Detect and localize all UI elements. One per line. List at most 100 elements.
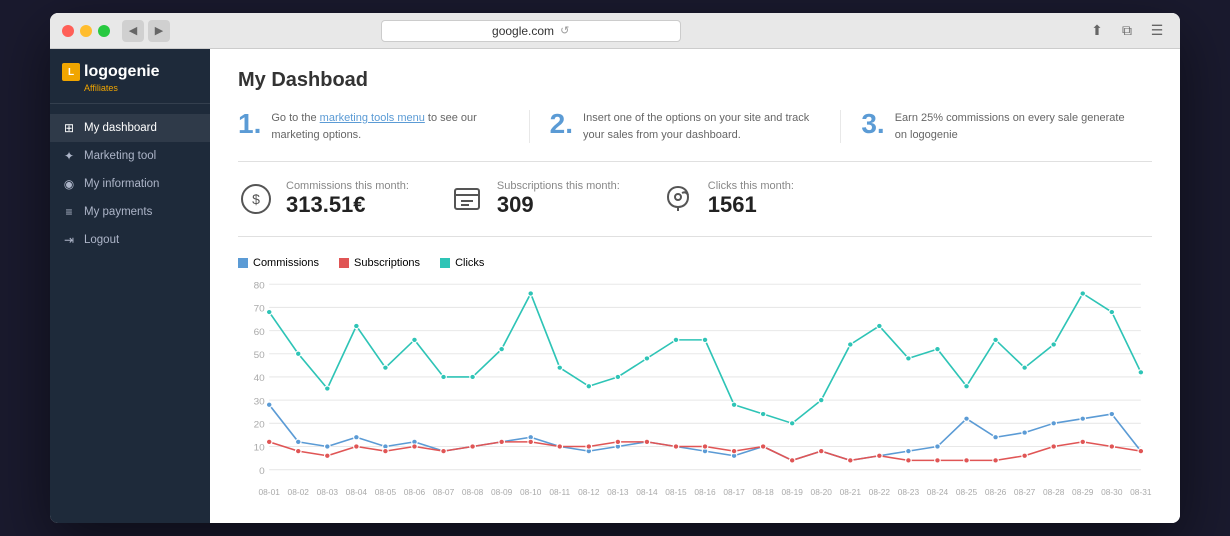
step-3-number: 3. [861,110,884,138]
url-text: google.com [492,24,554,38]
chart-section: Commissions Subscriptions Clicks 0 10 20 30… [238,257,1152,499]
maximize-button[interactable] [98,25,110,37]
nav-buttons: ◀ ▶ [122,20,170,42]
nav-menu: ⊞ My dashboard ✦ Marketing tool ◉ My inf… [50,104,210,264]
svg-text:08-30: 08-30 [1101,488,1123,497]
svg-text:08-07: 08-07 [433,488,455,497]
minimize-button[interactable] [80,25,92,37]
logout-icon: ⇥ [62,233,76,247]
step-3-text: Earn 25% commissions on every sale gener… [895,110,1132,143]
svg-text:30: 30 [254,397,266,408]
person-icon: ◉ [62,177,76,191]
svg-text:10: 10 [254,443,266,454]
commissions-legend-icon [238,258,248,268]
sidebar-item-my-dashboard[interactable]: ⊞ My dashboard [50,114,210,142]
svg-text:$: $ [252,191,260,207]
svg-text:20: 20 [254,420,266,431]
svg-text:08-15: 08-15 [665,488,687,497]
svg-text:40: 40 [254,373,266,384]
stat-subscriptions: Subscriptions this month: 309 [449,180,620,218]
sidebar-item-marketing-tool[interactable]: ✦ Marketing tool [50,142,210,170]
svg-text:08-08: 08-08 [462,488,484,497]
svg-text:50: 50 [254,350,266,361]
sidebar-item-my-information[interactable]: ◉ My information [50,170,210,198]
dashboard-icon: ⊞ [62,121,76,135]
step-1: 1. Go to the marketing tools menu to see… [238,110,529,143]
close-button[interactable] [62,25,74,37]
step-2: 2. Insert one of the options on your sit… [529,110,841,143]
titlebar: ◀ ▶ google.com ↺ ⬆ ⧉ ☰ [50,13,1180,49]
svg-text:08-12: 08-12 [578,488,600,497]
clicks-value: 1561 [708,192,794,218]
svg-text:08-13: 08-13 [607,488,629,497]
subscriptions-label: Subscriptions this month: [497,180,620,192]
clicks-label: Clicks this month: [708,180,794,192]
svg-text:08-02: 08-02 [288,488,310,497]
subscriptions-value: 309 [497,192,620,218]
svg-text:08-21: 08-21 [840,488,862,497]
svg-text:08-03: 08-03 [317,488,339,497]
commissions-icon: $ [238,181,274,217]
sidebar-item-my-payments[interactable]: ≡ My payments [50,198,210,226]
sidebar-item-logout[interactable]: ⇥ Logout [50,226,210,254]
step-1-text: Go to the marketing tools menu to see ou… [271,110,508,143]
step-1-number: 1. [238,110,261,138]
subscriptions-icon [449,181,485,217]
svg-text:08-18: 08-18 [752,488,774,497]
svg-text:08-06: 08-06 [404,488,426,497]
svg-text:08-11: 08-11 [549,488,570,497]
logo-sub: Affiliates [62,83,198,93]
sidebar-label-my-payments: My payments [84,206,152,218]
forward-button[interactable]: ▶ [148,20,170,42]
svg-text:08-20: 08-20 [811,488,833,497]
logo-icon: L [62,63,80,81]
svg-text:80: 80 [254,281,266,292]
chart-legend: Commissions Subscriptions Clicks [238,257,1152,269]
svg-text:08-09: 08-09 [491,488,513,497]
svg-text:08-26: 08-26 [985,488,1007,497]
svg-text:60: 60 [254,327,266,338]
svg-text:08-19: 08-19 [782,488,804,497]
step-3: 3. Earn 25% commissions on every sale ge… [840,110,1152,143]
svg-text:08-22: 08-22 [869,488,891,497]
back-button[interactable]: ◀ [122,20,144,42]
svg-text:08-25: 08-25 [956,488,978,497]
steps-section: 1. Go to the marketing tools menu to see… [238,110,1152,162]
share-button[interactable]: ⬆ [1086,20,1108,42]
reload-icon[interactable]: ↺ [560,24,569,37]
sidebar: L logogenie Affiliates ⊞ My dashboard ✦ … [50,49,210,523]
marketing-tools-link[interactable]: marketing tools menu [320,112,425,124]
svg-text:08-10: 08-10 [520,488,542,497]
step-2-number: 2. [550,110,573,138]
logo-area: L logogenie Affiliates [50,49,210,104]
svg-text:08-01: 08-01 [259,488,281,497]
sidebar-toggle[interactable]: ☰ [1146,20,1168,42]
svg-text:08-28: 08-28 [1043,488,1065,497]
logo: L logogenie [62,63,198,81]
svg-text:08-23: 08-23 [898,488,920,497]
sidebar-label-marketing-tool: Marketing tool [84,150,156,162]
subscriptions-legend-icon [339,258,349,268]
svg-text:08-17: 08-17 [723,488,745,497]
legend-subscriptions: Subscriptions [339,257,420,269]
svg-text:0: 0 [259,466,265,477]
sidebar-label-logout: Logout [84,234,119,246]
step-2-text: Insert one of the options on your site a… [583,110,820,143]
commissions-value: 313.51€ [286,192,409,218]
payments-icon: ≡ [62,205,76,219]
chart-container: 0102030405060708008-0108-0208-0308-0408-… [238,279,1152,499]
logo-text: logogenie [84,63,160,81]
traffic-lights [62,25,110,37]
legend-commissions: Commissions [238,257,319,269]
tabs-button[interactable]: ⧉ [1116,20,1138,42]
svg-text:08-14: 08-14 [636,488,658,497]
stat-clicks: Clicks this month: 1561 [660,180,794,218]
address-bar[interactable]: google.com ↺ [381,20,681,42]
marketing-icon: ✦ [62,149,76,163]
mac-window: ◀ ▶ google.com ↺ ⬆ ⧉ ☰ L logogenie Affil… [50,13,1180,523]
clicks-icon [660,181,696,217]
sidebar-label-my-dashboard: My dashboard [84,122,157,134]
page-title: My Dashboad [238,69,1152,92]
svg-text:08-24: 08-24 [927,488,949,497]
svg-text:08-16: 08-16 [694,488,716,497]
